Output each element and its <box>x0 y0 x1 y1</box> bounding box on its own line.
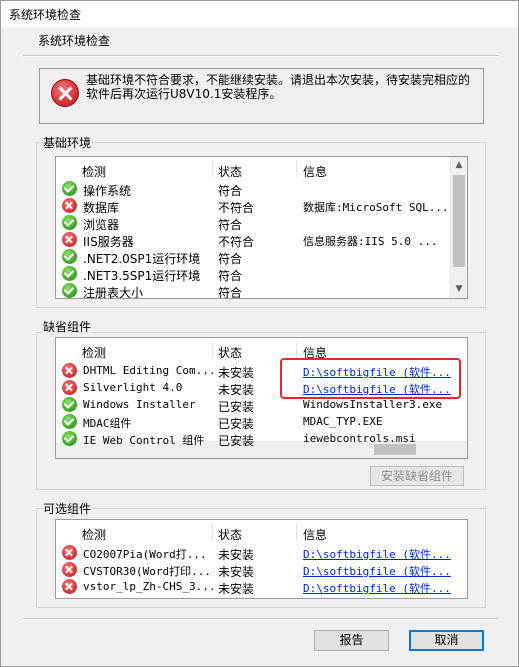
check-icon <box>62 249 77 264</box>
table-row[interactable]: .NET3.5SP1运行环境 符合 <box>56 265 467 283</box>
report-button[interactable]: 报告 <box>314 630 389 651</box>
table-row[interactable]: CVSTOR30(Word打印... 未安装 D:\softbigfile (软件.… <box>56 561 467 579</box>
row-status: 未安装 <box>218 582 255 596</box>
error-icon <box>62 579 77 594</box>
check-icon <box>62 181 77 196</box>
table-row[interactable]: .NET2.0SP1运行环境 符合 <box>56 248 467 266</box>
check-icon <box>62 431 77 446</box>
page-title: 系统环境检查 <box>38 34 111 48</box>
basic-environment-list[interactable]: 检测 状态 信息 ▲ ▼ 操作系统 符合 数据库 不符合 数据库:MicroSoft S… <box>55 156 468 299</box>
basic-environment-label: 基础环境 <box>43 134 92 151</box>
optional-components-list[interactable]: 检测 状态 信息 CO2007Pia(Word打... 未安装 D:\softbig… <box>55 519 468 599</box>
header-divider <box>23 55 499 57</box>
row-info-link[interactable]: D:\softbigfile (软件... <box>303 546 451 562</box>
footer-divider <box>23 618 499 620</box>
table-row[interactable]: MDAC组件 已安装 MDAC_TYP.EXE <box>56 413 467 431</box>
row-status: 符合 <box>218 286 243 299</box>
table-row[interactable]: IIS服务器 不符合 信息服务器:IIS 5.0 ... <box>56 231 467 249</box>
check-icon <box>62 215 77 230</box>
row-info: iewebcontrols.msi <box>303 432 416 445</box>
error-icon <box>62 380 77 395</box>
col-check-header[interactable]: 检测 <box>82 163 106 180</box>
col-check-header[interactable]: 检测 <box>82 526 106 543</box>
window-title: 系统环境检查 <box>9 8 82 22</box>
table-row[interactable]: 数据库 不符合 数据库:MicroSoft SQL... <box>56 197 467 215</box>
column-separator <box>296 342 297 358</box>
col-info-header[interactable]: 信息 <box>303 526 327 543</box>
row-check-name: MDAC组件 <box>83 417 132 430</box>
row-info: 信息服务器:IIS 5.0 ... <box>303 235 438 248</box>
missing-components-label: 缺省组件 <box>43 318 92 335</box>
table-row[interactable]: IE Web Control 组件 已安装 iewebcontrols.msi <box>56 430 467 448</box>
col-status-header[interactable]: 状态 <box>218 526 242 543</box>
title-bar: 系统环境检查 <box>1 1 518 27</box>
error-icon <box>62 545 77 560</box>
system-check-window: 系统环境检查 系统环境检查 基础环境不符合要求，不能继续安装。请退出本次安装，待… <box>0 0 519 667</box>
row-info: WindowsInstaller3.exe <box>303 398 443 411</box>
check-icon <box>62 397 77 412</box>
row-info: 数据库:MicroSoft SQL... <box>303 201 449 214</box>
error-icon <box>62 562 77 577</box>
table-row[interactable]: 操作系统 符合 <box>56 180 467 198</box>
col-check-header[interactable]: 检测 <box>82 344 106 361</box>
error-icon <box>51 79 79 107</box>
row-info-link[interactable]: D:\softbigfile (软件... <box>303 563 451 579</box>
column-separator <box>212 342 213 358</box>
error-message: 基础环境不符合要求，不能继续安装。请退出本次安装，待安装完相应的软件后再次运行U… <box>86 73 471 101</box>
install-missing-components-button[interactable]: 安装缺省组件 <box>370 466 464 486</box>
column-separator <box>296 524 297 540</box>
row-check-name: Windows Installer <box>83 398 196 411</box>
row-check-name: IE Web Control 组件 <box>83 434 205 447</box>
check-icon <box>62 414 77 429</box>
cancel-button[interactable]: 取消 <box>409 630 484 651</box>
error-icon <box>62 363 77 378</box>
row-info-link[interactable]: D:\softbigfile (软件... <box>303 580 451 596</box>
row-check-name: CO2007Pia(Word打... <box>83 548 207 561</box>
column-separator <box>212 524 213 540</box>
row-check-name: vstor_lp_Zh-CHS_3... <box>83 580 216 593</box>
table-row[interactable]: 注册表大小 符合 <box>56 282 467 299</box>
row-check-name: DHTML Editing Com... <box>83 364 216 377</box>
table-row[interactable]: CO2007Pia(Word打... 未安装 D:\softbigfile (软件.… <box>56 544 467 562</box>
col-status-header[interactable]: 状态 <box>218 163 242 180</box>
column-separator <box>296 161 297 177</box>
table-row[interactable]: vstor_lp_Zh-CHS_3... 未安装 D:\softbigfile (软… <box>56 578 467 596</box>
check-icon <box>62 266 77 281</box>
table-row[interactable]: 浏览器 符合 <box>56 214 467 232</box>
error-icon <box>62 198 77 213</box>
col-status-header[interactable]: 状态 <box>218 344 242 361</box>
scroll-up-icon[interactable]: ▲ <box>451 157 467 174</box>
check-icon <box>62 283 77 298</box>
highlight-annotation <box>280 358 461 399</box>
optional-components-label: 可选组件 <box>43 500 92 517</box>
row-check-name: 注册表大小 <box>83 286 144 299</box>
row-check-name: Silverlight 4.0 <box>83 381 183 394</box>
error-banner: 基础环境不符合要求，不能继续安装。请退出本次安装，待安装完相应的软件后再次运行U… <box>39 68 484 124</box>
row-check-name: CVSTOR30(Word打印... <box>83 565 211 578</box>
error-icon <box>62 232 77 247</box>
row-status: 已安装 <box>218 434 255 448</box>
col-info-header[interactable]: 信息 <box>303 163 327 180</box>
column-separator <box>212 161 213 177</box>
row-info: MDAC_TYP.EXE <box>303 415 383 428</box>
